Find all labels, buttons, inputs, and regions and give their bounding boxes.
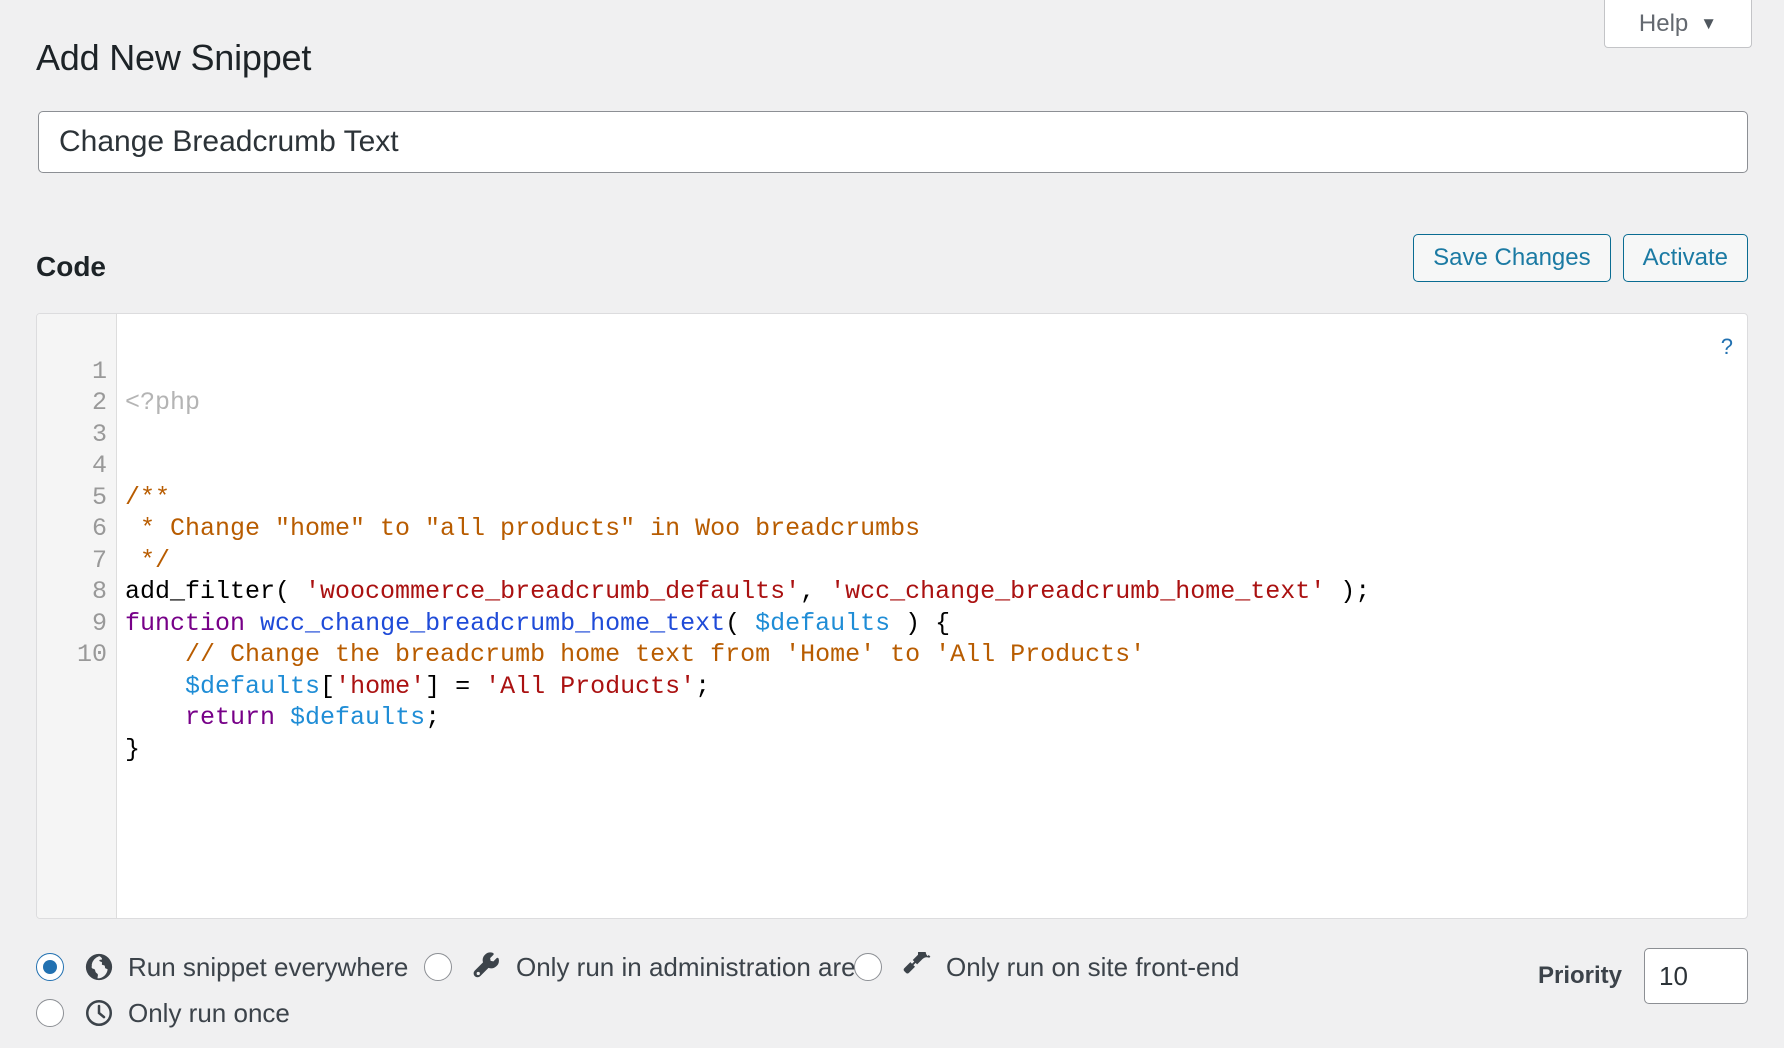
- help-label: Help: [1638, 9, 1689, 37]
- line-number: 7: [91, 545, 107, 575]
- wrench-icon: [470, 950, 504, 984]
- code-line: $defaults['home'] = 'All Products';: [117, 671, 1747, 703]
- code-line: */: [117, 545, 1747, 577]
- code-line: add_filter( 'woocommerce_breadcrumb_defa…: [117, 576, 1747, 608]
- code-line: }: [117, 734, 1747, 766]
- priority-label: Priority: [1537, 962, 1622, 989]
- code-section-label: Code: [36, 251, 106, 282]
- line-number: 4: [91, 451, 107, 480]
- code-token: ,: [800, 577, 831, 606]
- code-lines: /** * Change "home" to "all products" in…: [117, 482, 1747, 797]
- scope-line-bottom: Only run once: [36, 990, 1456, 1036]
- code-token: 'wcc_change_breadcrumb_home_text': [830, 577, 1326, 606]
- radio-run-everywhere[interactable]: [36, 953, 64, 981]
- code-token: [: [320, 671, 336, 701]
- code-text-area[interactable]: <?php /** * Change "home" to "all produc…: [117, 314, 1747, 918]
- scope-label-admin: Only run in administration area: [516, 951, 871, 982]
- scope-option-frontend[interactable]: Only run on site front-end: [854, 950, 1239, 984]
- save-changes-button[interactable]: Save Changes: [1413, 234, 1611, 282]
- scope-label-frontend: Only run on site front-end: [946, 951, 1240, 982]
- chevron-down-icon: ▼: [1700, 14, 1718, 33]
- radio-admin-only[interactable]: [424, 953, 452, 981]
- code-token: ;: [695, 671, 711, 701]
- code-token: * Change "home" to "all products" in Woo…: [125, 514, 921, 543]
- line-number: 10: [76, 640, 107, 669]
- code-token: function: [125, 608, 246, 638]
- code-token: (: [725, 608, 756, 638]
- code-token: 'home': [335, 671, 426, 701]
- code-token: */: [125, 545, 171, 575]
- scope-options: Run snippet everywhere Only run in admin…: [36, 944, 1456, 1036]
- line-number: 3: [91, 419, 107, 449]
- help-button[interactable]: Help ▼: [1604, 0, 1752, 48]
- line-number: 1: [91, 356, 107, 386]
- editor-help-icon[interactable]: ?: [1721, 336, 1733, 358]
- line-number: 5: [91, 482, 107, 512]
- code-line: function wcc_change_breadcrumb_home_text…: [117, 608, 1747, 640]
- code-token: $defaults: [290, 703, 426, 732]
- code-token: $defaults: [755, 608, 891, 638]
- code-line: // Change the breadcrumb home text from …: [117, 639, 1747, 671]
- line-number-gutter: 1 2 3 4 5 6 7 8 9 10: [37, 314, 117, 918]
- scope-label-everywhere: Run snippet everywhere: [128, 951, 409, 982]
- code-line: * Change "home" to "all products" in Woo…: [117, 513, 1747, 545]
- page-title: Add New Snippet: [36, 37, 312, 78]
- code-token: (: [275, 577, 306, 606]
- line-number: 8: [91, 577, 107, 606]
- code-token: 'All Products': [485, 671, 696, 701]
- line-number: 9: [91, 608, 107, 638]
- radio-run-once[interactable]: [36, 999, 64, 1027]
- code-editor[interactable]: 1 2 3 4 5 6 7 8 9 10 <?php /** * Change "home" to…: [36, 313, 1748, 919]
- globe-icon: [82, 950, 116, 984]
- code-line: /**: [117, 482, 1747, 514]
- radio-frontend-only[interactable]: [854, 953, 882, 981]
- scope-option-once[interactable]: Only run once: [36, 996, 290, 1030]
- editor-actions: Save Changes Activate: [1413, 234, 1748, 282]
- scope-option-admin[interactable]: Only run in administration area: [424, 950, 870, 984]
- scope-option-everywhere[interactable]: Run snippet everywhere: [36, 950, 424, 984]
- scope-line-top: Run snippet everywhere Only run in admin…: [36, 944, 1456, 990]
- line-number: 2: [91, 388, 107, 417]
- clock-icon: [82, 996, 116, 1030]
- code-line: return $defaults;: [117, 702, 1747, 734]
- code-token: $defaults: [185, 671, 321, 701]
- activate-button[interactable]: Activate: [1622, 234, 1748, 282]
- priority-group: Priority: [1538, 948, 1748, 1004]
- code-token: 'woocommerce_breadcrumb_defaults': [305, 577, 801, 606]
- hammer-icon: [900, 950, 934, 984]
- code-token: // Change the breadcrumb home text from …: [125, 640, 1146, 669]
- php-open-tag: <?php: [125, 388, 201, 417]
- code-token: return: [185, 703, 276, 732]
- code-token: );: [1325, 577, 1371, 606]
- code-token: /**: [125, 482, 171, 512]
- code-token: wcc_change_breadcrumb_home_text: [260, 608, 726, 638]
- snippet-name-input[interactable]: [38, 111, 1748, 173]
- code-token: ;: [425, 703, 441, 732]
- code-token: add_filter: [125, 577, 276, 606]
- priority-input[interactable]: [1644, 948, 1748, 1004]
- code-token: ) {: [890, 608, 951, 638]
- scope-label-once: Only run once: [128, 997, 290, 1028]
- code-token: ] =: [425, 671, 486, 701]
- line-number: 6: [91, 514, 107, 543]
- code-token: }: [125, 734, 141, 764]
